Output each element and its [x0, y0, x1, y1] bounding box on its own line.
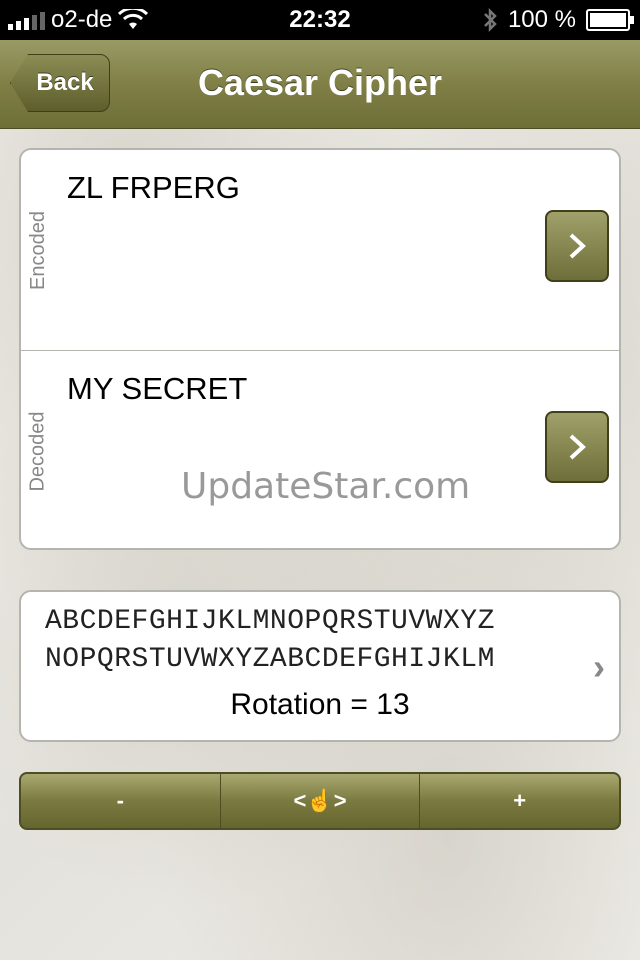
drag-rotation-button[interactable]: <☝> [219, 774, 420, 828]
chevron-right-icon [569, 434, 586, 460]
cipher-alphabet: NOPQRSTUVWXYZABCDEFGHIJKLM [45, 644, 495, 675]
watermark: UpdateStar.com [181, 466, 471, 507]
plain-alphabet: ABCDEFGHIJKLMNOPQRSTUVWXYZ [45, 606, 495, 637]
decoded-text: MY SECRET [67, 371, 248, 406]
battery-percent: 100 % [507, 6, 576, 33]
rotation-value: Rotation = 13 [230, 688, 410, 721]
battery-icon [586, 9, 634, 31]
bluetooth-icon [484, 8, 497, 32]
rotation-control: - <☝> + [19, 772, 621, 830]
decoded-label: Decoded [26, 410, 49, 492]
hand-pointer-icon: <☝> [293, 788, 347, 813]
chevron-right-icon: › [593, 646, 605, 687]
encoded-row[interactable]: Encoded ZL FRPERG [21, 150, 619, 350]
increase-rotation-button[interactable]: + [419, 774, 619, 828]
encoded-label: Encoded [26, 210, 49, 290]
decrease-rotation-button[interactable]: - [21, 774, 220, 828]
status-right: 100 % [482, 6, 634, 34]
navigation-bar: Back Caesar Cipher [0, 40, 640, 129]
cipher-text-card: Encoded ZL FRPERG Decoded MY SECRET Upda… [19, 148, 621, 550]
page-title: Caesar Cipher [197, 62, 443, 103]
rotation-card[interactable]: ABCDEFGHIJKLMNOPQRSTUVWXYZ NOPQRSTUVWXYZ… [19, 590, 621, 742]
status-bar: o2-de 22:32 100 % [0, 0, 640, 40]
decoded-detail-button[interactable] [545, 411, 609, 483]
decoded-row[interactable]: Decoded MY SECRET UpdateStar.com [21, 350, 619, 551]
encoded-text: ZL FRPERG [67, 170, 240, 205]
encoded-detail-button[interactable] [545, 210, 609, 282]
chevron-right-icon [569, 233, 586, 259]
